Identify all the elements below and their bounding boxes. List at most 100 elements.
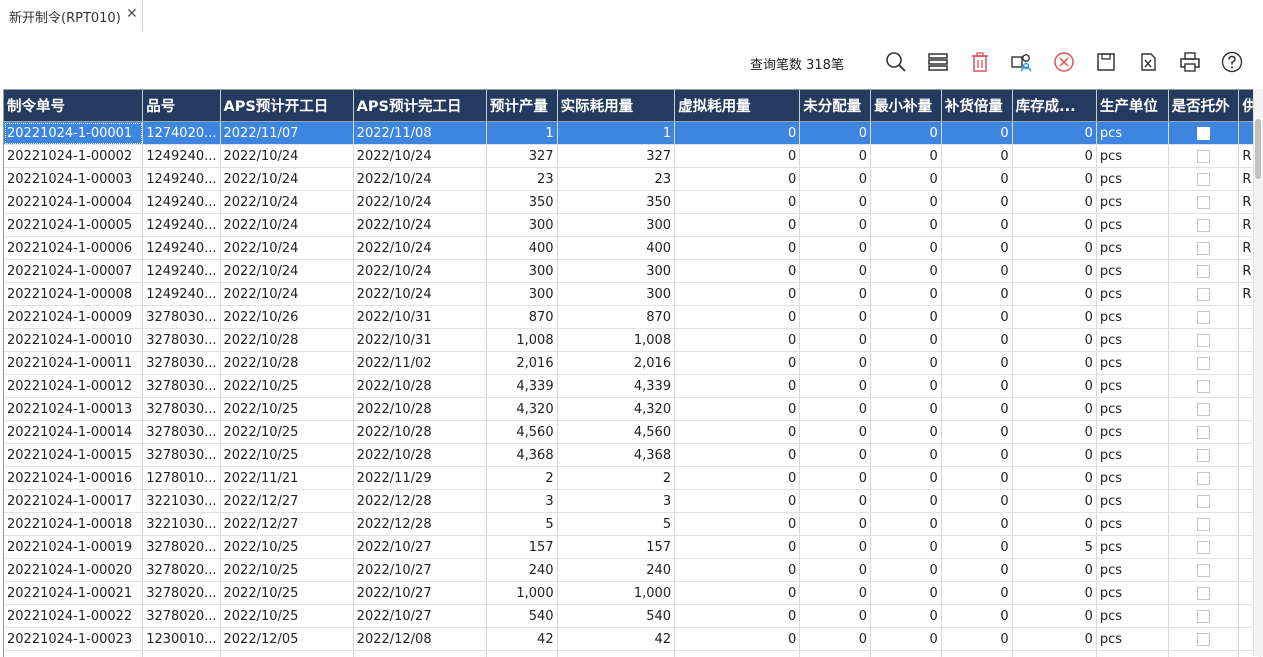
table-cell[interactable]: 0 — [1012, 398, 1096, 421]
table-cell[interactable]: pcs — [1096, 536, 1168, 559]
table-cell[interactable]: 3278020... — [143, 536, 220, 559]
table-cell[interactable] — [557, 651, 675, 657]
outsource-checkbox[interactable] — [1197, 633, 1210, 646]
outsource-checkbox[interactable] — [1197, 495, 1210, 508]
table-cell[interactable]: 350 — [557, 191, 675, 214]
table-cell[interactable]: 0 — [675, 214, 800, 237]
table-cell[interactable]: 0 — [675, 559, 800, 582]
table-cell[interactable] — [800, 651, 871, 657]
table-cell[interactable]: 0 — [800, 444, 871, 467]
table-cell[interactable]: 3221030... — [143, 513, 220, 536]
table-cell[interactable]: 0 — [871, 168, 942, 191]
table-cell[interactable]: 2022/12/05 — [220, 628, 353, 651]
table-cell[interactable]: 0 — [675, 536, 800, 559]
column-header[interactable]: 虚拟耗用量 — [675, 90, 800, 122]
table-cell[interactable] — [1168, 329, 1239, 352]
table-cell[interactable]: 0 — [871, 260, 942, 283]
table-cell[interactable]: 0 — [941, 444, 1012, 467]
table-cell[interactable]: pcs — [1096, 628, 1168, 651]
table-cell[interactable] — [1168, 467, 1239, 490]
table-cell[interactable]: 2022/10/25 — [220, 559, 353, 582]
outsource-checkbox[interactable] — [1197, 311, 1210, 324]
close-icon[interactable]: ✕ — [126, 6, 138, 22]
outsource-checkbox[interactable] — [1197, 610, 1210, 623]
table-cell[interactable]: 2022/10/24 — [220, 260, 353, 283]
table-row[interactable]: 20221024-1-000011274020...2022/11/072022… — [4, 122, 1261, 145]
table-cell[interactable]: 0 — [941, 214, 1012, 237]
table-cell[interactable]: 0 — [675, 352, 800, 375]
table-cell[interactable]: 0 — [800, 536, 871, 559]
table-cell[interactable]: 2022/10/25 — [220, 582, 353, 605]
table-cell[interactable] — [4, 651, 143, 657]
table-row[interactable]: 20221024-1-000021249240...2022/10/242022… — [4, 145, 1261, 168]
column-header[interactable]: 预计产量 — [486, 90, 557, 122]
column-header[interactable]: 最小补量 — [871, 90, 942, 122]
table-cell[interactable]: 0 — [941, 513, 1012, 536]
table-row[interactable] — [4, 651, 1261, 657]
table-cell[interactable]: 0 — [800, 329, 871, 352]
table-cell[interactable] — [486, 651, 557, 657]
table-cell[interactable]: 0 — [1012, 582, 1096, 605]
table-cell[interactable]: 0 — [800, 260, 871, 283]
table-cell[interactable]: pcs — [1096, 467, 1168, 490]
table-cell[interactable]: 2022/10/24 — [353, 260, 486, 283]
layout-button[interactable] — [924, 48, 952, 76]
table-row[interactable]: 20221024-1-000071249240...2022/10/242022… — [4, 260, 1261, 283]
table-cell[interactable]: 2,016 — [486, 352, 557, 375]
table-cell[interactable]: 20221024-1-00023 — [4, 628, 143, 651]
table-cell[interactable]: 20221024-1-00004 — [4, 191, 143, 214]
outsource-checkbox[interactable] — [1197, 288, 1210, 301]
table-cell[interactable]: 0 — [1012, 513, 1096, 536]
table-cell[interactable] — [143, 651, 220, 657]
table-cell[interactable]: 0 — [800, 490, 871, 513]
table-cell[interactable]: 0 — [941, 490, 1012, 513]
table-cell[interactable]: 1249240... — [143, 283, 220, 306]
table-cell[interactable]: 20221024-1-00001 — [4, 122, 143, 145]
table-cell[interactable]: 1 — [557, 122, 675, 145]
print-button[interactable] — [1176, 48, 1204, 76]
table-cell[interactable]: 0 — [800, 191, 871, 214]
table-cell[interactable]: 0 — [871, 329, 942, 352]
table-cell[interactable]: 2 — [486, 467, 557, 490]
table-cell[interactable]: 42 — [486, 628, 557, 651]
table-cell[interactable]: 300 — [557, 214, 675, 237]
column-header[interactable]: 是否托外 — [1168, 90, 1239, 122]
table-cell[interactable]: 2022/10/24 — [353, 145, 486, 168]
delete-button[interactable] — [966, 48, 994, 76]
column-header[interactable]: 补货倍量 — [941, 90, 1012, 122]
table-cell[interactable]: 20221024-1-00022 — [4, 605, 143, 628]
table-cell[interactable]: 0 — [675, 628, 800, 651]
table-cell[interactable]: 20221024-1-00003 — [4, 168, 143, 191]
table-cell[interactable]: 0 — [871, 513, 942, 536]
table-cell[interactable]: 0 — [675, 283, 800, 306]
table-cell[interactable]: 20221024-1-00020 — [4, 559, 143, 582]
table-cell[interactable]: 157 — [486, 536, 557, 559]
table-cell[interactable]: 20221024-1-00002 — [4, 145, 143, 168]
table-cell[interactable]: 2022/10/28 — [353, 375, 486, 398]
table-cell[interactable]: 20221024-1-00010 — [4, 329, 143, 352]
table-cell[interactable]: 0 — [800, 352, 871, 375]
table-cell[interactable]: 2022/10/25 — [220, 444, 353, 467]
table-cell[interactable]: 1 — [486, 122, 557, 145]
table-cell[interactable]: 0 — [941, 398, 1012, 421]
table-cell[interactable]: 1278010... — [143, 467, 220, 490]
table-cell[interactable]: pcs — [1096, 122, 1168, 145]
outsource-checkbox[interactable] — [1197, 564, 1210, 577]
table-cell[interactable]: pcs — [1096, 444, 1168, 467]
table-cell[interactable]: 0 — [675, 421, 800, 444]
table-cell[interactable]: 2022/10/25 — [220, 605, 353, 628]
table-cell[interactable]: 0 — [1012, 191, 1096, 214]
table-cell[interactable]: 2022/10/24 — [220, 145, 353, 168]
table-cell[interactable]: 2022/12/28 — [353, 490, 486, 513]
table-cell[interactable]: 2022/10/28 — [353, 398, 486, 421]
table-cell[interactable]: 2022/10/28 — [353, 421, 486, 444]
table-cell[interactable]: 2022/10/24 — [220, 214, 353, 237]
table-cell[interactable] — [1168, 122, 1239, 145]
table-cell[interactable]: 0 — [1012, 122, 1096, 145]
table-cell[interactable] — [1168, 421, 1239, 444]
table-cell[interactable]: 0 — [941, 168, 1012, 191]
column-header[interactable]: APS预计开工日 — [220, 90, 353, 122]
table-row[interactable]: 20221024-1-000093278030...2022/10/262022… — [4, 306, 1261, 329]
table-cell[interactable]: 300 — [486, 260, 557, 283]
table-cell[interactable]: 0 — [800, 605, 871, 628]
